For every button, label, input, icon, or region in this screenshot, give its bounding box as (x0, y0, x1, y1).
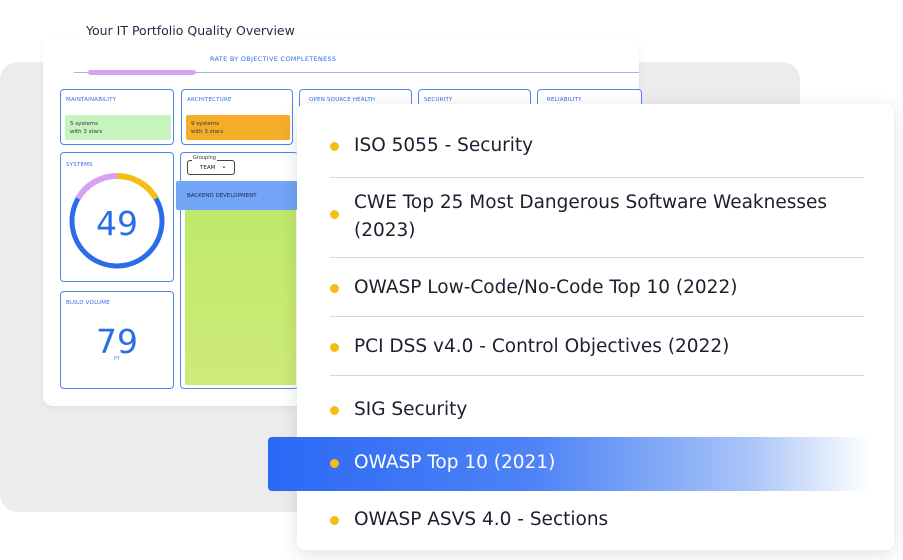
build-volume-card[interactable]: BUILD VOLUME 79 PY (60, 291, 174, 389)
chevron-down-icon: ⌄ (221, 162, 227, 170)
systems-count: 49 (96, 204, 138, 243)
grouping-value: TEAM (200, 165, 216, 171)
architecture-chip: 9 systems with 3 stars (186, 115, 290, 140)
card-label: BUILD VOLUME (66, 300, 110, 306)
architecture-card[interactable]: ARCHITECTURE 9 systems with 3 stars (181, 89, 293, 145)
ring-purple-segment (75, 172, 118, 201)
list-item-owasp-lcnc[interactable]: OWASP Low-Code/No-Code Top 10 (2022) (354, 274, 737, 302)
bullet-icon (330, 459, 339, 468)
dashboard-title: Your IT Portfolio Quality Overview (86, 23, 295, 38)
chip-text: 9 systems (191, 121, 219, 127)
divider (330, 316, 864, 317)
list-item-cwe-top-25[interactable]: CWE Top 25 Most Dangerous Software Weakn… (354, 189, 827, 245)
list-item-sig-security[interactable]: SIG Security (354, 396, 467, 424)
chip-text: 5 systems (70, 121, 98, 127)
bullet-icon (330, 406, 339, 415)
list-item-label-line: CWE Top 25 Most Dangerous Software Weakn… (354, 192, 828, 213)
maintainability-chip: 5 systems with 3 stars (65, 115, 171, 140)
backend-development-label: BACKEND DEVELOPMENT (187, 193, 257, 199)
grouping-select[interactable]: TEAM ⌄ (187, 160, 235, 175)
divider (330, 375, 864, 376)
bullet-icon (330, 142, 339, 151)
card-label: SYSTEMS (66, 162, 93, 168)
build-volume-unit: PY (114, 356, 120, 362)
list-item-pci-dss[interactable]: PCI DSS v4.0 - Control Objectives (2022) (354, 333, 729, 361)
chip-text: with 3 stars (191, 129, 224, 135)
grouping-label: Grouping (192, 155, 217, 161)
bullet-icon (330, 284, 339, 293)
divider (330, 177, 864, 178)
treemap-area[interactable] (185, 210, 296, 385)
list-item-owasp-top-10[interactable]: OWASP Top 10 (2021) (354, 449, 555, 477)
card-label: RELIABILITY (547, 97, 582, 103)
list-item-label-line: (2023) (354, 220, 416, 241)
bullet-icon (330, 343, 339, 352)
card-label: MAINTAINABILITY (66, 97, 117, 103)
divider (330, 257, 864, 258)
card-label: OPEN SOURCE HEALTH (309, 97, 376, 103)
chip-text: with 3 stars (70, 129, 103, 135)
bullet-icon (330, 210, 339, 219)
list-item-iso-5055[interactable]: ISO 5055 - Security (354, 132, 533, 160)
rate-by-objective-tab[interactable]: RATE BY OBJECTIVE COMPLETENESS (210, 55, 336, 63)
card-label: SECURITY (424, 97, 453, 103)
list-item-owasp-asvs[interactable]: OWASP ASVS 4.0 - Sections (354, 506, 608, 534)
systems-card[interactable]: SYSTEMS 49 (60, 152, 174, 282)
bullet-icon (330, 516, 339, 525)
ring-yellow-segment (116, 172, 159, 201)
card-label: ARCHITECTURE (187, 97, 232, 103)
rate-slider-thumb[interactable] (88, 70, 196, 75)
maintainability-card[interactable]: MAINTAINABILITY 5 systems with 3 stars (60, 89, 174, 145)
